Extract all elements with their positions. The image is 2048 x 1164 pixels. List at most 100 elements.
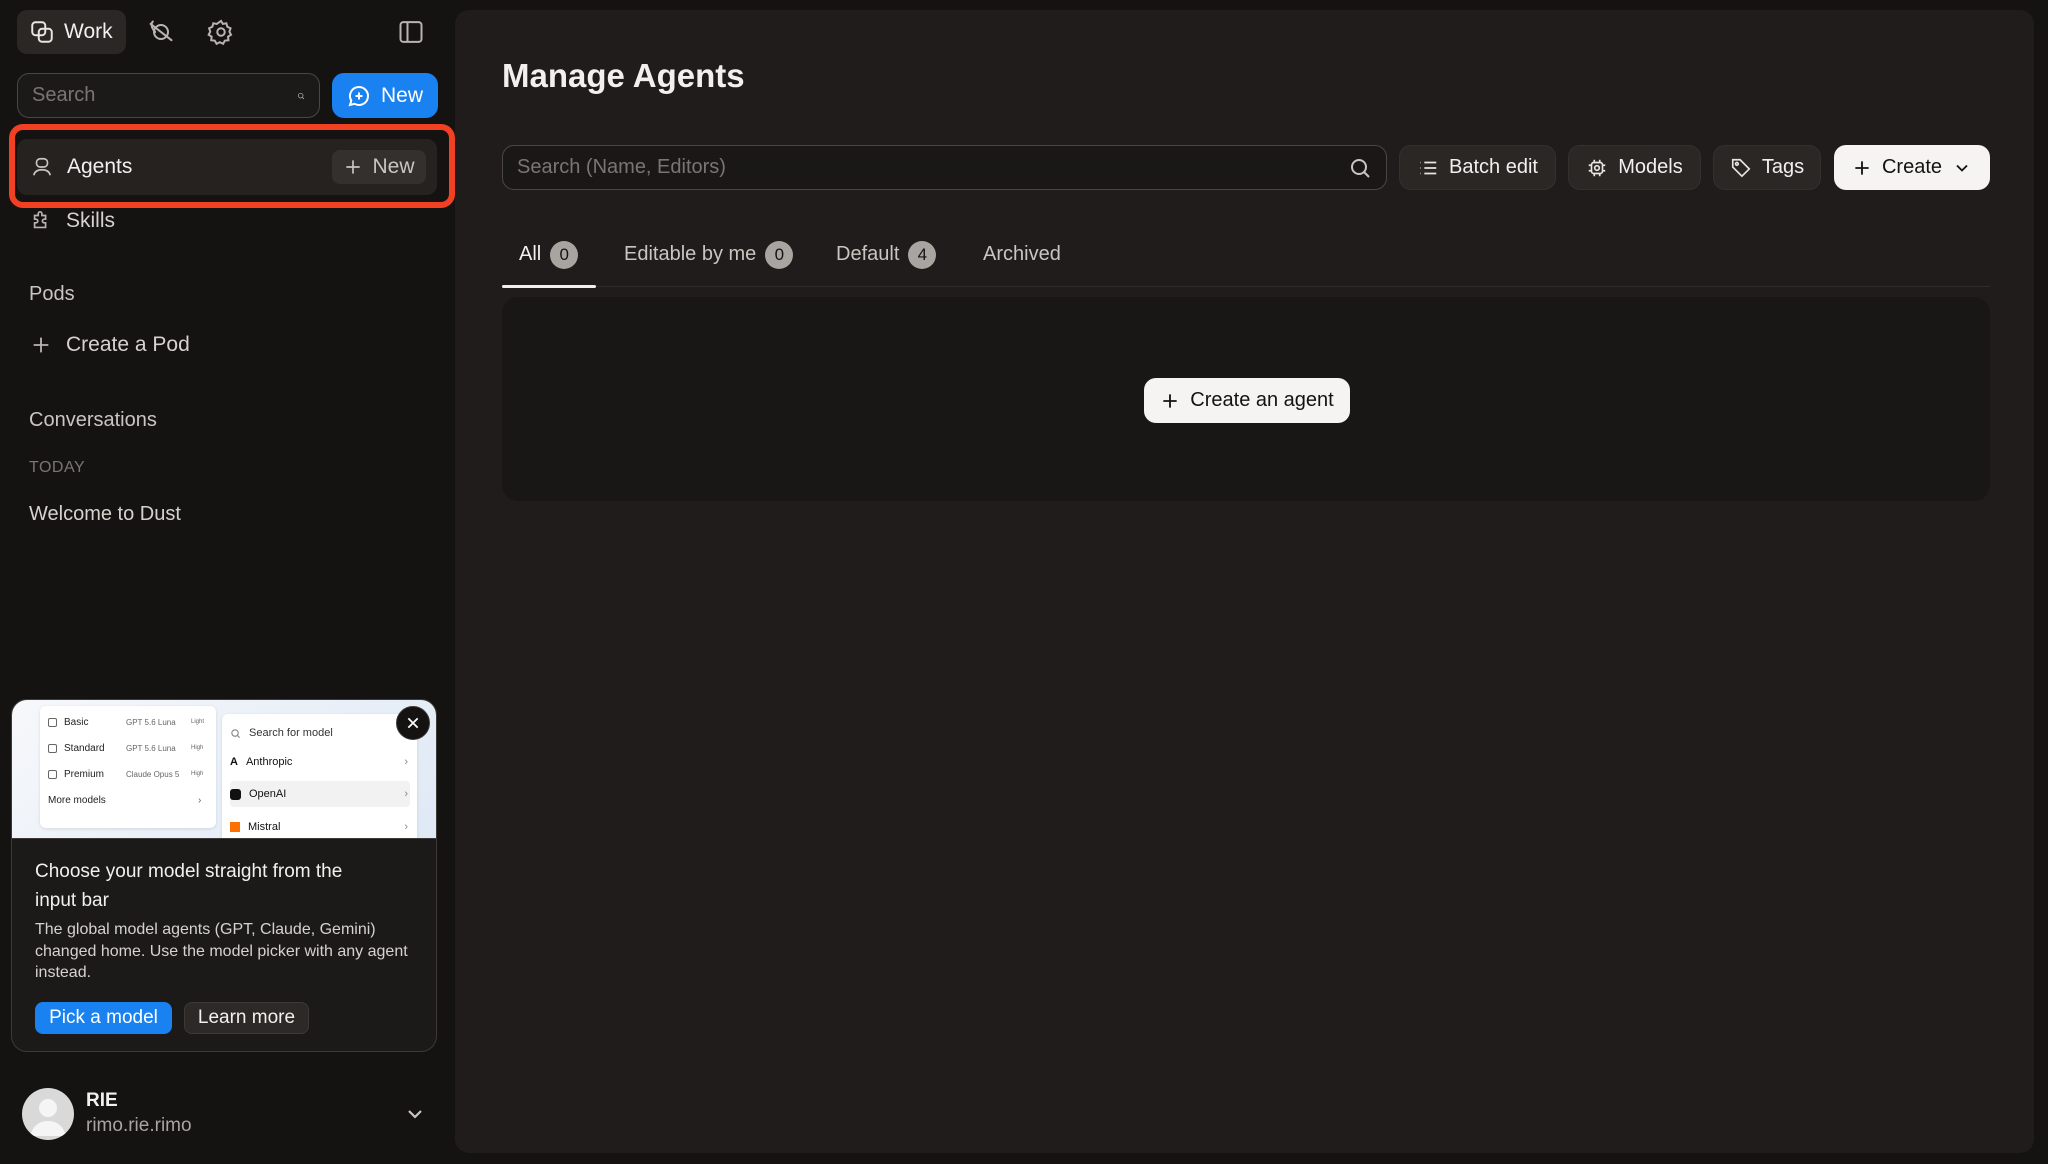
batch-edit-label: Batch edit xyxy=(1449,156,1538,178)
create-label: Create xyxy=(1881,156,1943,178)
preview-tier-name: Basic xyxy=(64,716,89,728)
preview-tier-model: GPT 5.6 Luna xyxy=(126,743,176,753)
model-picker-promo-card: Basic GPT 5.6 Luna Light Standard GPT 5.… xyxy=(11,699,437,1052)
new-conversation-button[interactable]: New xyxy=(332,73,438,118)
sidebar-item-skills[interactable]: Skills xyxy=(30,209,115,233)
agents-label: Agents xyxy=(67,155,133,178)
preview-tier-tag: High xyxy=(191,771,204,777)
promo-body: The global model agents (GPT, Claude, Ge… xyxy=(35,921,408,981)
puzzle-icon xyxy=(33,211,47,229)
preview-tier-name: Standard xyxy=(64,742,105,754)
tags-label: Tags xyxy=(1761,156,1805,178)
sidebar-search-input[interactable] xyxy=(32,84,297,107)
preview-tier-tag: High xyxy=(191,745,204,751)
create-agent-button[interactable]: Create an agent xyxy=(1144,378,1350,423)
create-agent-label: Create an agent xyxy=(1190,389,1334,411)
user-handle: rimo.rie.rimo xyxy=(86,1115,192,1136)
agent-icon xyxy=(32,157,52,176)
work-icon xyxy=(31,21,53,43)
chevron-right-icon: › xyxy=(404,821,408,833)
close-icon xyxy=(407,717,419,729)
chevron-right-icon: › xyxy=(404,788,408,800)
main-panel: Manage Agents Batch edit Models Tags Cre… xyxy=(455,10,2034,1153)
tab-editable-by-me[interactable]: Editable by me 0 xyxy=(624,230,794,287)
promo-close-button[interactable] xyxy=(396,706,430,740)
agents-search[interactable] xyxy=(502,145,1387,190)
toggle-sidebar-icon[interactable] xyxy=(397,18,425,46)
search-icon xyxy=(231,728,241,738)
preview-tier-row: Basic GPT 5.6 Luna Light xyxy=(48,712,210,732)
preview-tier-list: Basic GPT 5.6 Luna Light Standard GPT 5.… xyxy=(40,706,216,828)
tag-icon xyxy=(1731,158,1751,177)
preview-provider-row: OpenAI › xyxy=(230,781,410,807)
preview-model-picker: Search for model A Anthropic › OpenAI › … xyxy=(222,714,417,838)
create-pod-label: Create a Pod xyxy=(66,333,190,356)
batch-edit-button[interactable]: Batch edit xyxy=(1399,145,1556,190)
tab-default[interactable]: Default 4 xyxy=(836,230,937,287)
sidebar: Work Search New Agents New Skills Pods C… xyxy=(0,0,455,1164)
conversation-item[interactable]: Welcome to Dust xyxy=(29,503,181,526)
sidebar-item-agents[interactable]: Agents New xyxy=(17,139,437,195)
preview-provider-name: Anthropic xyxy=(245,756,293,768)
search-icon xyxy=(1351,158,1370,178)
new-agent-label: New xyxy=(372,155,415,178)
preview-search-placeholder: Search for model xyxy=(249,727,333,739)
work-tab[interactable]: Work xyxy=(17,10,126,54)
new-agent-button[interactable]: New xyxy=(332,150,426,184)
tab-label: Default xyxy=(836,243,900,265)
tab-archived[interactable]: Archived xyxy=(983,230,1061,287)
count-badge: 0 xyxy=(765,241,794,269)
sidebar-search[interactable] xyxy=(17,73,320,118)
plus-icon xyxy=(1163,393,1177,408)
create-button[interactable]: Create xyxy=(1834,145,1990,190)
search-icon xyxy=(298,92,305,99)
learn-more-button[interactable]: Learn more xyxy=(184,1002,309,1034)
conversation-group-label: TODAY xyxy=(29,459,86,476)
pods-heading: Pods xyxy=(29,283,75,305)
preview-model-search: Search for model xyxy=(230,722,410,744)
preview-provider-name: OpenAI xyxy=(249,788,287,800)
planet-icon[interactable] xyxy=(147,18,175,46)
plus-icon xyxy=(1855,160,1869,175)
avatar xyxy=(22,1088,74,1140)
preview-provider-row: A Anthropic › xyxy=(230,749,410,775)
page-title: Manage Agents xyxy=(502,57,745,94)
count-badge: 4 xyxy=(908,241,937,269)
tags-button[interactable]: Tags xyxy=(1713,145,1821,190)
openai-logo-icon xyxy=(230,788,241,800)
conversations-heading: Conversations xyxy=(29,409,157,431)
preview-tier-tag: Light xyxy=(191,719,205,725)
chevron-down-icon[interactable] xyxy=(403,1102,427,1126)
tab-label: Editable by me xyxy=(624,243,757,265)
agents-search-input[interactable] xyxy=(517,156,1348,179)
models-label: Models xyxy=(1618,156,1683,178)
chevron-right-icon: › xyxy=(404,756,408,768)
new-button-label: New xyxy=(380,83,423,107)
agent-tabs: All 0 Editable by me 0 Default 4 Archive… xyxy=(502,230,1990,288)
agents-empty-state: Create an agent xyxy=(502,297,1990,501)
user-name: RIE xyxy=(86,1090,118,1111)
plus-icon xyxy=(33,337,49,353)
user-menu[interactable]: RIE rimo.rie.rimo xyxy=(22,1088,437,1140)
preview-provider-name: Mistral xyxy=(248,821,281,833)
preview-provider-row: Mistral › xyxy=(230,814,410,838)
gear-icon[interactable] xyxy=(207,18,235,46)
tab-all[interactable]: All 0 xyxy=(502,230,596,288)
preview-tier-row: Premium Claude Opus 5 High xyxy=(48,764,210,784)
tab-label: All xyxy=(519,243,542,265)
chevron-down-icon xyxy=(1956,164,1968,172)
count-badge: 0 xyxy=(550,241,579,269)
plus-icon xyxy=(346,160,361,174)
preview-more-models-label: More models xyxy=(48,794,106,806)
create-pod-link[interactable]: Create a Pod xyxy=(30,333,190,357)
pick-model-button[interactable]: Pick a model xyxy=(35,1002,172,1034)
preview-tier-model: GPT 5.6 Luna xyxy=(126,717,176,727)
mistral-logo-icon xyxy=(230,822,240,832)
tab-label: Archived xyxy=(983,243,1061,265)
work-tab-label: Work xyxy=(64,20,113,43)
skills-label: Skills xyxy=(66,209,116,232)
models-button[interactable]: Models xyxy=(1568,145,1701,190)
list-icon xyxy=(1420,161,1437,174)
gear-icon xyxy=(1589,159,1606,176)
preview-tier-name: Premium xyxy=(64,768,105,780)
